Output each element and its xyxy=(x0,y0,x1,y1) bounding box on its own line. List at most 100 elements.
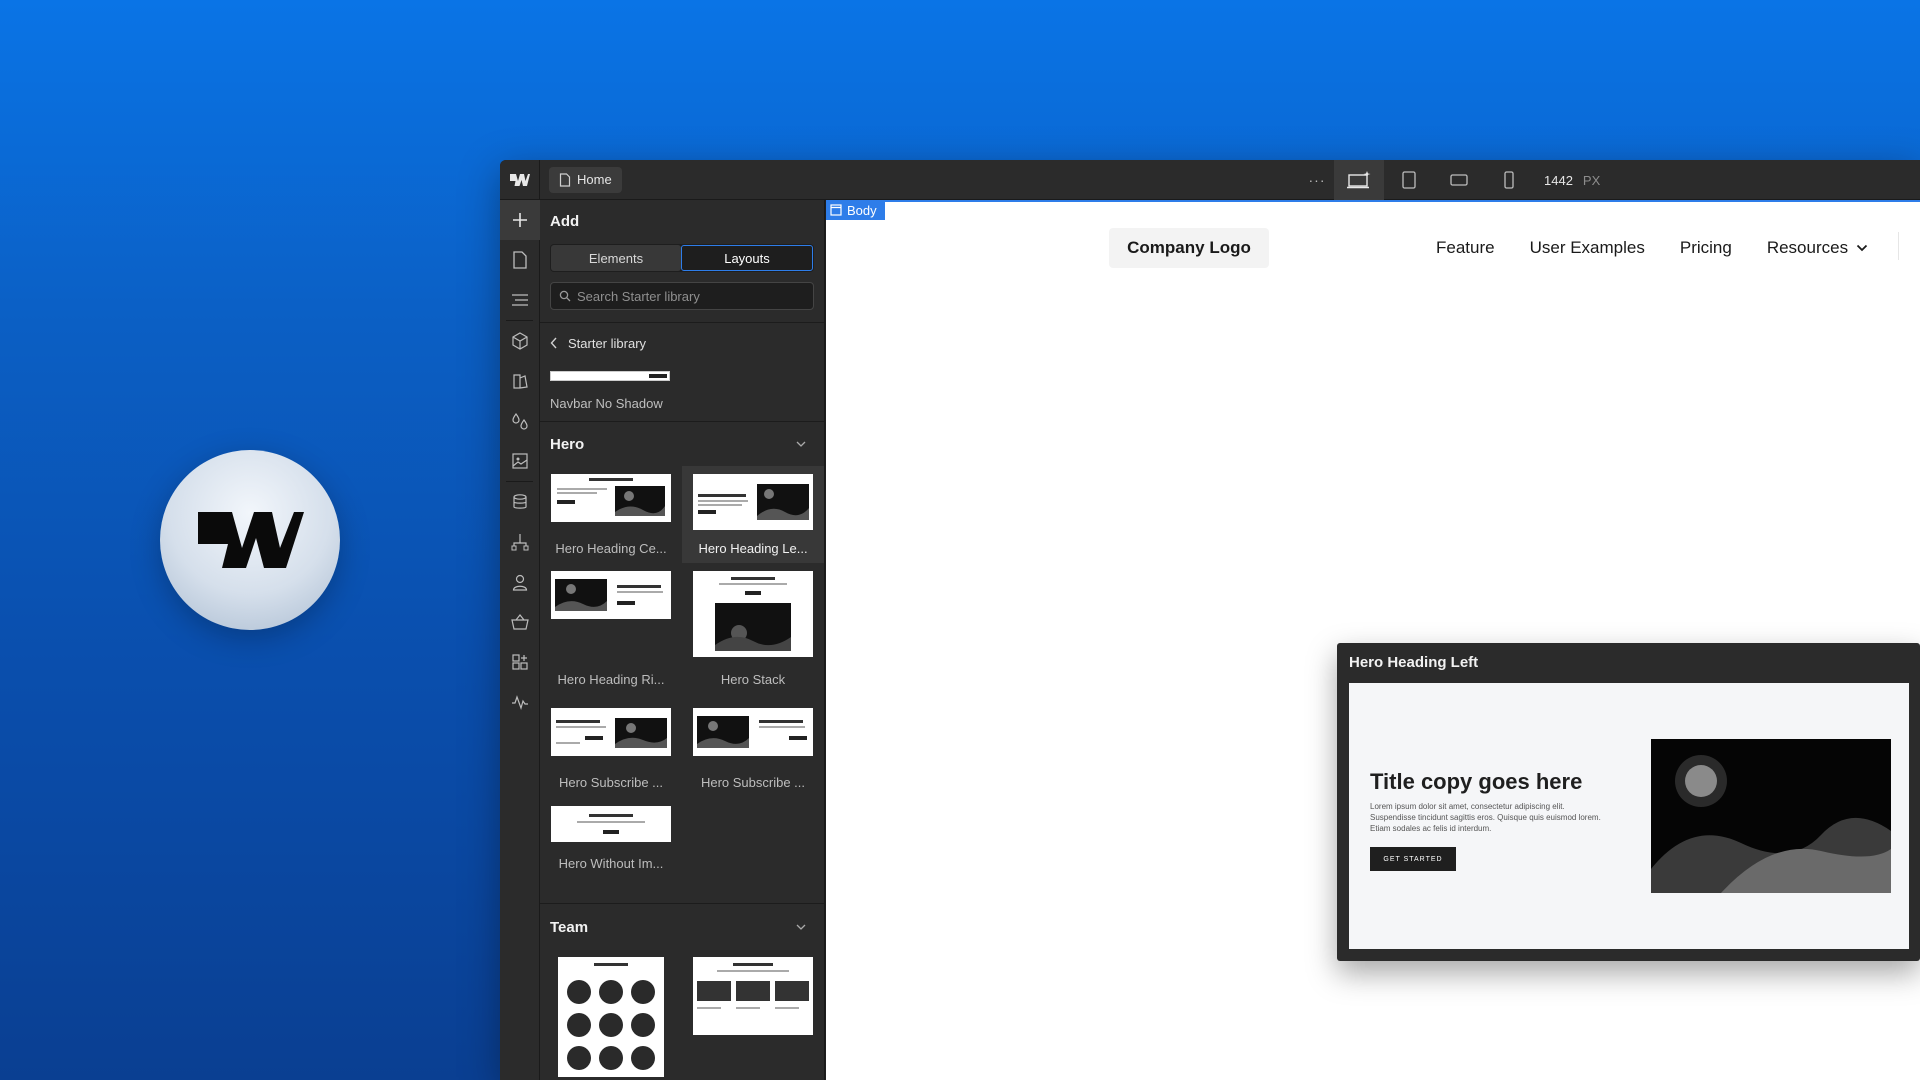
panel-title: Add xyxy=(550,213,580,230)
layout-card[interactable]: Hero Subscribe ... xyxy=(682,700,824,798)
mobile-landscape-breakpoint-button[interactable] xyxy=(1434,160,1484,200)
layout-card-label: Hero Heading Le... xyxy=(698,541,808,556)
layout-thumbnail xyxy=(551,474,671,522)
webflow-designer-window: Home ··· 1442 PX Add Elements Layouts Se… xyxy=(500,160,1920,1080)
canvas-width-unit: PX xyxy=(1582,172,1601,188)
tablet-breakpoint-button[interactable] xyxy=(1384,160,1434,200)
layout-card-label: Hero Subscribe ... xyxy=(558,775,664,790)
panel-divider xyxy=(540,903,824,904)
layout-preview-popover: Hero Heading Left Title copy goes here L… xyxy=(1337,643,1920,961)
nav-link-user-examples[interactable]: User Examples xyxy=(1530,238,1645,258)
mobile-portrait-icon xyxy=(1504,171,1514,189)
webflow-menu-button[interactable] xyxy=(500,160,540,200)
layout-thumbnail xyxy=(693,474,813,530)
preview-hero-image xyxy=(1651,739,1891,893)
layout-card[interactable] xyxy=(540,949,682,1077)
layout-thumbnail xyxy=(558,957,664,1077)
left-toolbar xyxy=(500,200,540,1080)
preview-title: Hero Heading Left xyxy=(1349,654,1479,671)
layout-card[interactable]: Hero Stack xyxy=(682,563,824,700)
style-selectors-button[interactable] xyxy=(500,361,540,401)
selected-element-label: Body xyxy=(847,202,877,218)
selection-outline xyxy=(826,200,1920,202)
layout-card-label: Hero Without Im... xyxy=(558,856,664,871)
audit-panel-button[interactable] xyxy=(500,682,540,722)
logic-panel-button[interactable] xyxy=(500,522,540,562)
add-panel: Add Elements Layouts Starter library Nav… xyxy=(540,200,825,1080)
layout-card-selected[interactable]: Hero Heading Le... xyxy=(682,466,824,563)
page-icon xyxy=(559,172,571,187)
layout-thumbnail xyxy=(693,957,813,1035)
layout-card[interactable]: Hero Heading Ri... xyxy=(540,563,682,700)
webflow-logo-icon xyxy=(198,512,304,568)
nav-divider xyxy=(1898,232,1899,260)
canvas-width-value[interactable]: 1442 xyxy=(1544,173,1573,188)
team-layout-grid xyxy=(540,949,824,1077)
section-header-hero[interactable]: Hero xyxy=(540,422,824,466)
layout-thumbnail xyxy=(693,708,813,756)
panel-tabs: Elements Layouts xyxy=(550,244,814,272)
search-field xyxy=(550,282,814,310)
pages-panel-button[interactable] xyxy=(500,240,540,280)
nav-link-pricing[interactable]: Pricing xyxy=(1680,238,1732,258)
users-panel-button[interactable] xyxy=(500,562,540,602)
ecommerce-panel-button[interactable] xyxy=(500,602,540,642)
desktop-star-icon xyxy=(1347,171,1371,189)
layout-thumbnail xyxy=(551,571,671,619)
layout-card[interactable]: Hero Heading Ce... xyxy=(540,466,682,563)
webflow-w-icon xyxy=(509,173,530,186)
flow-icon xyxy=(511,534,529,551)
selected-element-tag[interactable]: Body xyxy=(826,200,885,220)
tablet-icon xyxy=(1402,171,1416,189)
chevron-down-icon xyxy=(1856,244,1868,252)
more-options-button[interactable]: ··· xyxy=(1300,172,1334,188)
chevron-left-icon xyxy=(550,337,557,349)
apps-icon xyxy=(512,654,528,670)
swatch-book-icon xyxy=(513,374,528,389)
layout-thumbnail xyxy=(551,708,671,756)
site-logo[interactable]: Company Logo xyxy=(1109,228,1269,268)
search-icon xyxy=(559,290,571,302)
tab-layouts[interactable]: Layouts xyxy=(681,245,813,271)
add-panel-button[interactable] xyxy=(500,200,540,240)
preview-frame: Title copy goes here Lorem ipsum dolor s… xyxy=(1349,683,1909,949)
nav-dropdown-resources[interactable]: Resources xyxy=(1767,238,1868,258)
layout-thumbnail xyxy=(551,806,671,842)
layout-card-label: Navbar No Shadow xyxy=(550,396,663,411)
tab-elements[interactable]: Elements xyxy=(551,245,681,271)
mobile-landscape-icon xyxy=(1450,174,1468,186)
webflow-logo-badge xyxy=(160,450,340,630)
page-icon xyxy=(513,251,527,269)
site-navigation: Feature User Examples Pricing Resources xyxy=(1436,228,1868,268)
layout-card-label: Hero Heading Ri... xyxy=(557,672,665,687)
breadcrumb-label: Starter library xyxy=(568,335,647,351)
assets-panel-button[interactable] xyxy=(500,441,540,481)
page-selector[interactable]: Home xyxy=(549,166,622,193)
search-input[interactable] xyxy=(577,288,807,304)
mobile-portrait-breakpoint-button[interactable] xyxy=(1484,160,1534,200)
image-icon xyxy=(512,453,528,469)
nav-link-feature[interactable]: Feature xyxy=(1436,238,1495,258)
database-icon xyxy=(513,494,527,509)
user-icon xyxy=(512,574,528,591)
layout-card[interactable] xyxy=(682,949,824,1069)
layout-card-navbar[interactable]: Navbar No Shadow xyxy=(540,363,824,421)
preview-get-started-button: GET STARTED xyxy=(1370,847,1456,871)
apps-panel-button[interactable] xyxy=(500,642,540,682)
layout-card[interactable]: Hero Subscribe ... xyxy=(540,700,682,798)
components-panel-button[interactable] xyxy=(500,321,540,361)
layout-card[interactable]: Hero Without Im... xyxy=(540,798,682,884)
navigator-panel-button[interactable] xyxy=(500,280,540,320)
variables-panel-button[interactable] xyxy=(500,401,540,441)
layout-card-label: Hero Subscribe ... xyxy=(700,775,806,790)
navigator-icon xyxy=(512,294,528,306)
nav-link-resources: Resources xyxy=(1766,238,1849,257)
layout-thumbnail xyxy=(693,571,813,657)
drops-icon xyxy=(512,412,528,430)
preview-body: Lorem ipsum dolor sit amet, consectetur … xyxy=(1370,802,1601,833)
breadcrumb-back[interactable]: Starter library xyxy=(540,323,824,363)
page-name: Home xyxy=(577,172,612,187)
cms-panel-button[interactable] xyxy=(500,482,540,522)
body-box-icon xyxy=(830,204,842,216)
desktop-breakpoint-button[interactable] xyxy=(1334,160,1384,200)
